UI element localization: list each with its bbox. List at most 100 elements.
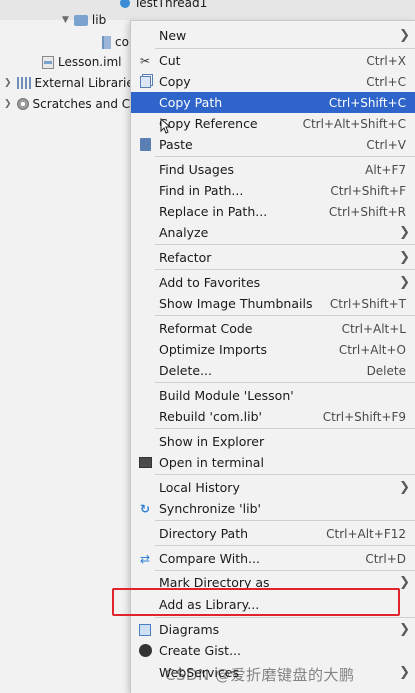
menu-item-shortcut: Ctrl+X xyxy=(366,53,406,68)
menu-item-shortcut: Ctrl+Shift+F xyxy=(330,183,406,198)
menu-item-label: Synchronize 'lib' xyxy=(159,501,261,516)
menu-item-open-in-terminal[interactable]: Open in terminal xyxy=(131,452,415,473)
menu-item-label: Cut xyxy=(159,53,181,68)
folder-icon xyxy=(73,14,88,26)
menu-item-copy-path[interactable]: Copy Path Ctrl+Shift+C xyxy=(131,92,415,113)
chevron-down-icon[interactable]: ▼ xyxy=(62,11,69,29)
tree-item-com[interactable]: co xyxy=(102,33,129,51)
menu-separator xyxy=(155,474,415,475)
github-icon xyxy=(138,644,152,658)
menu-item-shortcut: Ctrl+Shift+T xyxy=(329,296,406,311)
menu-item-label: New xyxy=(159,28,187,43)
chevron-right-icon: ❯ xyxy=(399,275,410,290)
menu-item-shortcut: Ctrl+C xyxy=(366,74,406,89)
menu-item-delete[interactable]: Delete... Delete xyxy=(131,360,415,381)
diagram-icon xyxy=(138,623,152,637)
menu-item-paste[interactable]: Paste Ctrl+V xyxy=(131,134,415,155)
menu-separator xyxy=(155,428,415,429)
terminal-icon xyxy=(138,456,152,470)
menu-item-label: Paste xyxy=(159,137,193,152)
annotation-highlight-box xyxy=(112,588,400,616)
menu-item-shortcut: Ctrl+Alt+F12 xyxy=(326,526,406,541)
tree-item-lib[interactable]: ▼ lib xyxy=(62,11,106,29)
menu-item-optimize-imports[interactable]: Optimize Imports Ctrl+Alt+O xyxy=(131,339,415,360)
menu-item-local-history[interactable]: Local History ❯ xyxy=(131,477,415,498)
menu-item-label: Delete... xyxy=(159,363,212,378)
menu-item-refactor[interactable]: Refactor ❯ xyxy=(131,247,415,268)
tree-item-label: External Librarie xyxy=(34,76,134,90)
compare-icon: ⇄ xyxy=(139,551,151,566)
menu-item-label: Local History xyxy=(159,480,240,495)
menu-item-directory-path[interactable]: Directory Path Ctrl+Alt+F12 xyxy=(131,523,415,544)
menu-item-label: Replace in Path... xyxy=(159,204,268,219)
menu-item-show-image-thumbnails[interactable]: Show Image Thumbnails Ctrl+Shift+T xyxy=(131,293,415,314)
menu-item-find-in-path[interactable]: Find in Path... Ctrl+Shift+F xyxy=(131,180,415,201)
menu-separator xyxy=(155,382,415,383)
menu-item-new[interactable]: New ❯ xyxy=(131,25,415,46)
menu-item-shortcut: Ctrl+Shift+C xyxy=(328,95,406,110)
menu-item-shortcut: Ctrl+D xyxy=(365,551,406,566)
menu-separator xyxy=(155,156,415,157)
tree-item-label: Lesson.iml xyxy=(58,55,122,69)
menu-item-label: Show in Explorer xyxy=(159,434,265,449)
menu-separator xyxy=(155,520,415,521)
menu-item-label: Directory Path xyxy=(159,526,249,541)
scratches-icon xyxy=(16,98,29,110)
menu-separator xyxy=(155,617,415,618)
menu-separator xyxy=(155,570,415,571)
tree-item-label: co xyxy=(115,35,129,49)
sync-icon: ↻ xyxy=(139,501,151,516)
menu-item-analyze[interactable]: Analyze ❯ xyxy=(131,222,415,243)
menu-item-shortcut: Delete xyxy=(366,363,406,378)
menu-item-label: Analyze xyxy=(159,225,209,240)
chevron-right-icon: ❯ xyxy=(399,480,410,495)
chevron-right-icon: ❯ xyxy=(399,28,410,43)
menu-item-add-to-favorites[interactable]: Add to Favorites ❯ xyxy=(131,272,415,293)
package-icon xyxy=(102,35,111,49)
tree-item-scratches[interactable]: ❯ Scratches and Co xyxy=(4,95,138,113)
menu-item-label: Copy xyxy=(159,74,191,89)
tree-item-label: TestThread1 xyxy=(134,0,208,10)
menu-item-label: Show Image Thumbnails xyxy=(159,296,313,311)
menu-item-shortcut: Ctrl+Shift+F9 xyxy=(322,409,406,424)
watermark-text: CSDN @爱折磨键盘的大鹏 xyxy=(165,666,355,684)
menu-item-reformat-code[interactable]: Reformat Code Ctrl+Alt+L xyxy=(131,318,415,339)
menu-item-diagrams[interactable]: Diagrams ❯ xyxy=(131,619,415,640)
menu-item-create-gist[interactable]: Create Gist... xyxy=(131,640,415,661)
menu-item-copy[interactable]: Copy Ctrl+C xyxy=(131,71,415,92)
menu-item-label: Find Usages xyxy=(159,162,235,177)
menu-item-shortcut: Ctrl+Alt+L xyxy=(341,321,406,336)
menu-item-synchronize[interactable]: ↻ Synchronize 'lib' xyxy=(131,498,415,519)
scissors-icon: ✂ xyxy=(139,53,151,68)
menu-separator xyxy=(155,244,415,245)
tree-item-label: Scratches and Co xyxy=(32,97,138,111)
menu-item-find-usages[interactable]: Find Usages Alt+F7 xyxy=(131,159,415,180)
menu-item-compare-with[interactable]: ⇄ Compare With... Ctrl+D xyxy=(131,548,415,569)
tree-item-testthread[interactable]: TestThread1 xyxy=(120,0,207,12)
menu-item-label: Reformat Code xyxy=(159,321,253,336)
menu-item-rebuild[interactable]: Rebuild 'com.lib' Ctrl+Shift+F9 xyxy=(131,406,415,427)
menu-item-cut[interactable]: ✂ Cut Ctrl+X xyxy=(131,50,415,71)
chevron-right-icon: ❯ xyxy=(399,622,410,637)
menu-item-label: Build Module 'Lesson' xyxy=(159,388,294,403)
tree-item-label: lib xyxy=(91,13,107,27)
menu-item-label: Diagrams xyxy=(159,622,220,637)
menu-item-replace-in-path[interactable]: Replace in Path... Ctrl+Shift+R xyxy=(131,201,415,222)
menu-item-build-module[interactable]: Build Module 'Lesson' xyxy=(131,385,415,406)
module-file-icon xyxy=(42,55,54,69)
chevron-right-icon: ❯ xyxy=(399,665,410,680)
menu-separator xyxy=(155,315,415,316)
menu-item-label: Create Gist... xyxy=(159,643,242,658)
menu-separator xyxy=(155,269,415,270)
menu-item-label: Compare With... xyxy=(159,551,260,566)
tree-item-external-libraries[interactable]: ❯ External Librarie xyxy=(4,74,134,92)
chevron-right-icon[interactable]: ❯ xyxy=(4,95,12,113)
menu-item-show-in-explorer[interactable]: Show in Explorer xyxy=(131,431,415,452)
menu-item-label: Add to Favorites xyxy=(159,275,261,290)
tree-item-lesson-iml[interactable]: Lesson.iml xyxy=(42,53,121,71)
menu-item-copy-reference[interactable]: Copy Reference Ctrl+Alt+Shift+C xyxy=(131,113,415,134)
menu-item-shortcut: Ctrl+Alt+Shift+C xyxy=(302,116,406,131)
menu-item-label: Copy Path xyxy=(159,95,223,110)
chevron-right-icon[interactable]: ❯ xyxy=(4,74,12,92)
menu-item-shortcut: Alt+F7 xyxy=(365,162,406,177)
